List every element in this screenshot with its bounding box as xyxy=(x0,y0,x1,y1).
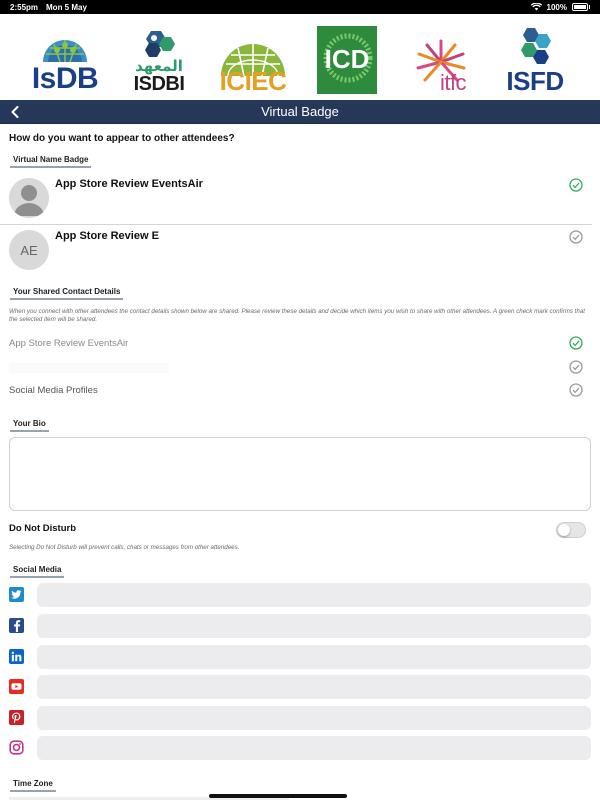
linkedin-input[interactable] xyxy=(37,645,591,669)
globe-logo-icon xyxy=(43,40,87,63)
logo-isdb: IsDB xyxy=(20,18,110,94)
battery-percent: 100% xyxy=(546,2,567,12)
instagram-input[interactable] xyxy=(37,736,591,760)
badge-option-initials[interactable]: AE App Store Review E xyxy=(0,225,592,277)
pinterest-icon xyxy=(9,710,24,725)
facebook-icon xyxy=(9,618,24,633)
instagram-icon xyxy=(9,740,24,755)
battery-tip xyxy=(589,5,590,9)
social-row-youtube xyxy=(0,675,600,699)
facebook-input[interactable] xyxy=(37,614,591,638)
twitter-icon xyxy=(9,587,24,602)
contact-item-name: App Store Review EventsAir xyxy=(9,338,129,349)
avatar-initials: AE xyxy=(20,242,38,258)
logo-isfd: ISFD xyxy=(490,18,580,94)
toggle-knob xyxy=(558,524,570,536)
check-unselected-icon[interactable] xyxy=(569,383,583,397)
logo-text: ICD xyxy=(325,44,370,74)
check-selected-icon xyxy=(569,178,583,192)
status-time: 2:55pm xyxy=(10,2,39,12)
contact-item-social: Social Media Profiles xyxy=(9,385,98,396)
badge-option-full-name[interactable]: App Store Review EventsAir xyxy=(0,172,592,224)
nav-bar: Virtual Badge xyxy=(0,100,600,124)
youtube-input[interactable] xyxy=(37,675,591,699)
logo-icd: ICD xyxy=(302,18,392,94)
contact-description: When you connect with other attendees th… xyxy=(9,308,585,323)
pinterest-input[interactable] xyxy=(37,706,591,730)
back-button[interactable] xyxy=(8,102,22,122)
logo-isdbi: المعهد ISDBI xyxy=(114,18,204,94)
logo-text: itfc xyxy=(439,70,467,95)
section-label-social: Social Media xyxy=(10,565,65,578)
square-logo-icon: ICD xyxy=(317,26,377,94)
page-title: Virtual Badge xyxy=(261,104,339,119)
wifi-icon xyxy=(530,3,542,11)
logo-text: IsDB xyxy=(31,62,99,95)
logo-iciec: ICIEC xyxy=(208,18,298,94)
logo-itfc: itfc xyxy=(396,18,486,94)
main-content: How do you want to appear to other atten… xyxy=(0,124,600,800)
twitter-input[interactable] xyxy=(37,583,591,607)
badge-name: App Store Review E xyxy=(55,230,159,242)
dnd-label: Do Not Disturb xyxy=(9,523,77,534)
chevron-left-icon xyxy=(11,106,19,118)
social-row-instagram xyxy=(0,736,600,760)
home-indicator[interactable] xyxy=(209,794,347,798)
section-label-timezone: Time Zone xyxy=(10,779,56,792)
section-label-bio: Your Bio xyxy=(10,419,49,432)
hexagon-logo-icon xyxy=(145,31,175,57)
section-label-contact: Your Shared Contact Details xyxy=(10,287,124,300)
logo-text: ISFD xyxy=(506,66,564,96)
youtube-icon xyxy=(9,679,24,694)
battery-icon xyxy=(572,3,588,11)
logo-text: ISDBI xyxy=(133,73,185,95)
check-unselected-icon[interactable] xyxy=(569,360,583,374)
check-unselected-icon xyxy=(569,230,583,244)
section-label-badge: Virtual Name Badge xyxy=(10,155,92,168)
bio-textarea[interactable] xyxy=(9,437,591,511)
social-row-facebook xyxy=(0,614,600,638)
person-silhouette-icon xyxy=(9,178,49,218)
status-right: 100% xyxy=(530,2,590,12)
dnd-description: Selecting Do Not Disturb will prevent ca… xyxy=(9,544,240,551)
dnd-toggle[interactable] xyxy=(556,522,586,538)
contact-item-blank xyxy=(9,363,169,373)
social-row-pinterest xyxy=(0,706,600,730)
social-row-twitter xyxy=(0,583,600,607)
avatar xyxy=(9,178,49,218)
social-row-linkedin xyxy=(0,645,600,669)
linkedin-icon xyxy=(9,649,24,664)
status-bar: 2:55pm Mon 5 May 100% xyxy=(0,0,600,14)
hexagon-logo-icon xyxy=(521,28,551,64)
logo-banner: IsDB المعهد ISDBI ICIEC ICD itfc ISFD xyxy=(0,14,600,98)
badge-name: App Store Review EventsAir xyxy=(55,178,203,190)
question-text: How do you want to appear to other atten… xyxy=(9,133,235,144)
avatar: AE xyxy=(9,230,49,270)
logo-arabic-text: المعهد xyxy=(135,58,183,75)
status-date: Mon 5 May xyxy=(46,2,87,12)
logo-text: ICIEC xyxy=(219,66,287,96)
check-selected-icon[interactable] xyxy=(569,336,583,350)
